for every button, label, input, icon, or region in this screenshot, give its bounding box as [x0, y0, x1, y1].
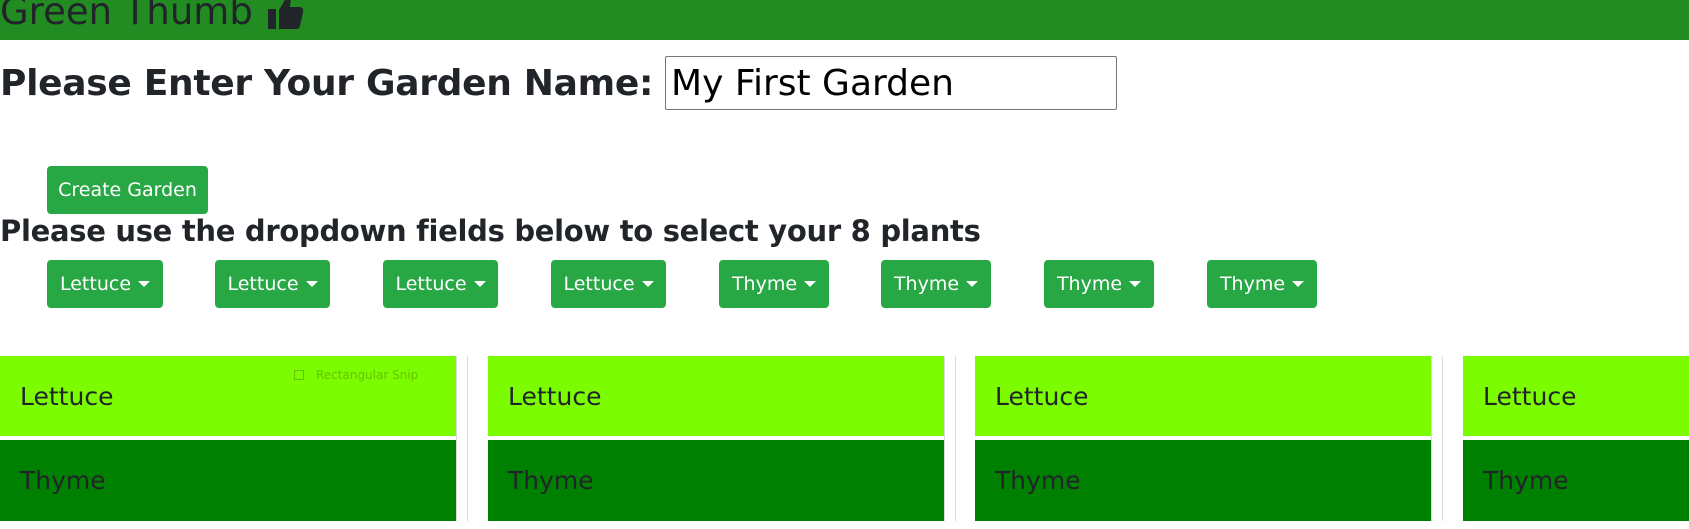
- plant-dropdown-1[interactable]: Lettuce: [47, 260, 163, 308]
- dropdown-label: Lettuce: [59, 273, 132, 295]
- dropdown-label: Thyme: [1219, 273, 1286, 295]
- brand[interactable]: Green Thumb: [0, 0, 305, 32]
- grid-gutter: [456, 356, 468, 521]
- garden-name-input[interactable]: [665, 56, 1118, 110]
- brand-title: Green Thumb: [0, 0, 253, 33]
- garden-name-label: Please Enter Your Garden Name:: [0, 62, 654, 104]
- caret-down-icon: [641, 281, 654, 287]
- dropdown-label: Thyme: [731, 273, 798, 295]
- plant-dropdown-4[interactable]: Lettuce: [551, 260, 666, 308]
- dropdown-label: Thyme: [893, 273, 960, 295]
- garden-cell-lettuce: Lettuce: [1463, 356, 1689, 436]
- snip-overlay: Rectangular Snip: [286, 362, 456, 388]
- plant-dropdown-6[interactable]: Thyme: [881, 260, 991, 308]
- caret-down-icon: [804, 281, 817, 287]
- dropdown-label: Lettuce: [227, 273, 299, 295]
- plant-dropdown-8[interactable]: Thyme: [1207, 260, 1317, 308]
- plant-dropdown-5[interactable]: Thyme: [719, 260, 829, 308]
- garden-cell-thyme: Thyme: [488, 440, 944, 521]
- snip-icon: [294, 370, 304, 380]
- garden-cell-lettuce: Lettuce: [488, 356, 944, 436]
- garden-cell-thyme: Thyme: [1463, 440, 1689, 521]
- grid-gutter: [944, 356, 956, 521]
- garden-cell-lettuce: Lettuce: [975, 356, 1431, 436]
- garden-cell-thyme: Thyme: [975, 440, 1431, 521]
- plant-dropdown-7[interactable]: Thyme: [1044, 260, 1154, 308]
- snip-label: Rectangular Snip: [316, 368, 419, 382]
- garden-cell-thyme: Thyme: [0, 440, 456, 521]
- caret-down-icon: [1292, 281, 1305, 287]
- dropdown-label: Lettuce: [563, 273, 635, 295]
- thumbs-up-icon: [265, 0, 305, 32]
- caret-down-icon: [966, 281, 979, 287]
- caret-down-icon: [305, 281, 318, 287]
- caret-down-icon: [1129, 281, 1142, 287]
- caret-down-icon: [138, 281, 151, 287]
- garden-name-row: Please Enter Your Garden Name:: [0, 56, 1118, 110]
- grid-gutter: [1431, 356, 1443, 521]
- plant-dropdown-2[interactable]: Lettuce: [215, 260, 330, 308]
- plant-dropdown-3[interactable]: Lettuce: [383, 260, 498, 308]
- instructions-text: Please use the dropdown fields below to …: [0, 214, 981, 248]
- dropdown-label: Lettuce: [395, 273, 467, 295]
- navbar: Green Thumb: [0, 0, 1689, 40]
- create-garden-button[interactable]: Create Garden: [47, 166, 208, 214]
- caret-down-icon: [473, 281, 486, 287]
- dropdown-label: Thyme: [1056, 273, 1123, 295]
